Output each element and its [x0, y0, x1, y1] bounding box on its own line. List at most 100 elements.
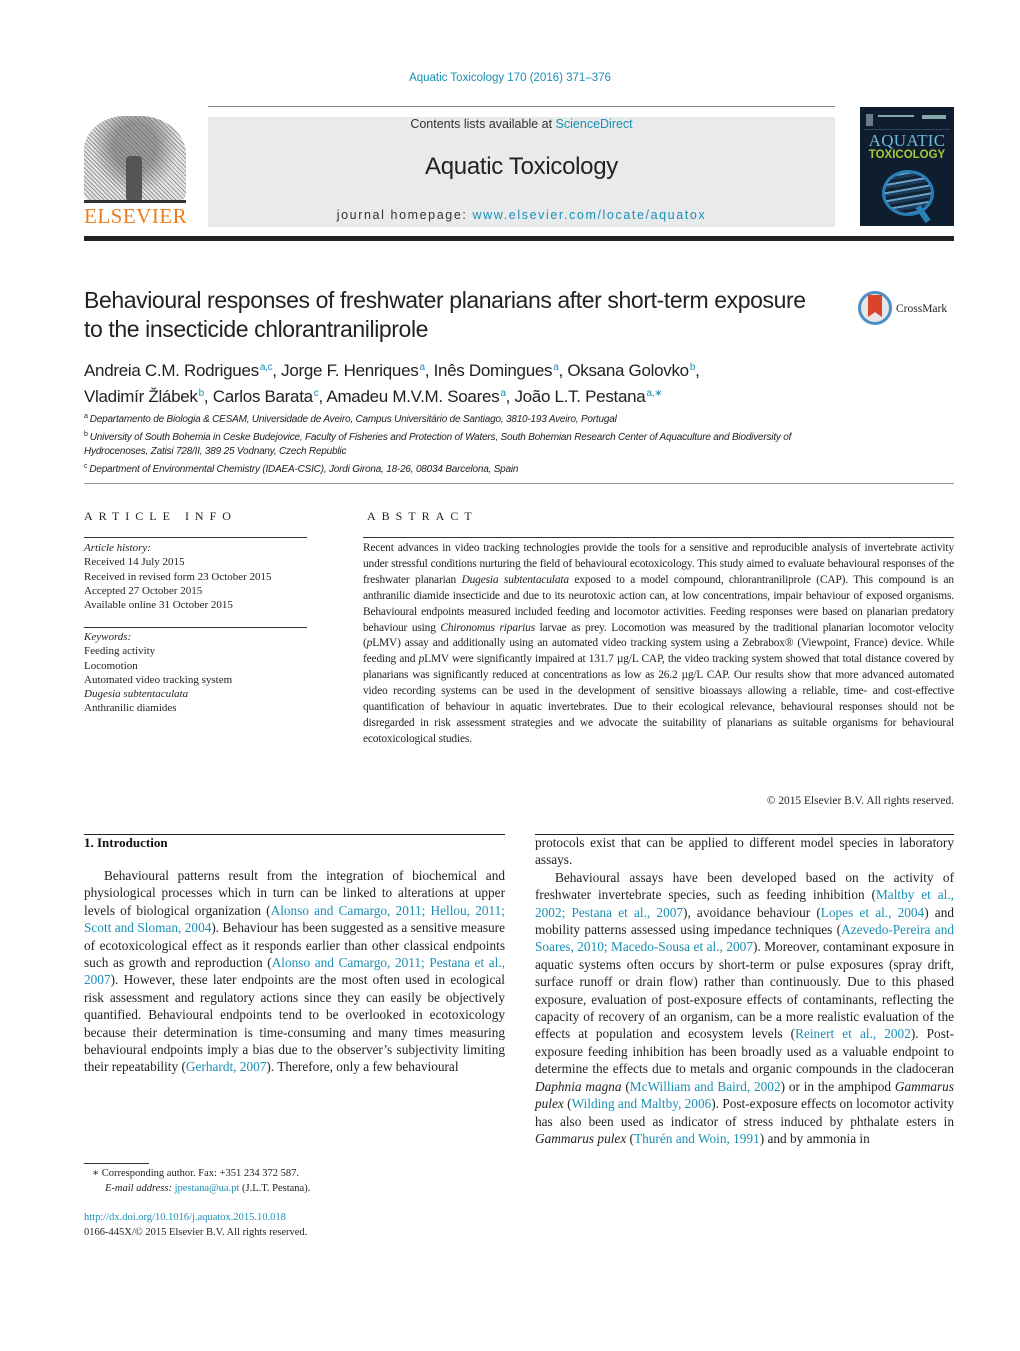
affiliation-key: b	[84, 430, 88, 438]
affiliation-key: a	[84, 413, 88, 420]
author-name[interactable]: Vladimír Žlábek	[84, 387, 198, 406]
journal-homepage-link[interactable]: www.elsevier.com/locate/aquatox	[473, 208, 707, 222]
abstract-copyright: © 2015 Elsevier B.V. All rights reserved…	[766, 795, 954, 807]
keyword-item: Automated video tracking system	[84, 673, 233, 686]
keyword-item: Anthranilic diamides	[84, 702, 177, 715]
email-line: E-mail address: jpestana@ua.pt (J.L.T. P…	[92, 1182, 492, 1197]
journal-reference[interactable]: Aquatic Toxicology 170 (2016) 371–376	[0, 72, 1020, 84]
elsevier-wordmark: ELSEVIER	[84, 204, 188, 228]
text-run: (	[621, 1078, 630, 1094]
author-separator: ,	[203, 387, 213, 406]
history-item: Received 14 July 2015	[84, 556, 185, 569]
introduction-left-column: Behavioural patterns result from the int…	[84, 867, 505, 1076]
citation-link[interactable]: Reinert et al., 2002	[795, 1026, 911, 1041]
email-suffix: (J.L.T. Pestana).	[239, 1182, 311, 1194]
citation-link[interactable]: Wilding and Maltby, 2006	[572, 1096, 712, 1111]
doi-link[interactable]: http://dx.doi.org/10.1016/j.aquatox.2015…	[84, 1212, 286, 1223]
affiliation-marker[interactable]: a,c	[260, 362, 273, 373]
journal-cover[interactable]: AQUATIC TOXICOLOGY	[860, 107, 954, 226]
article-history-label: Article history:	[84, 542, 151, 554]
abstract-rule	[363, 537, 954, 538]
keyword-list: Feeding activity Locomotion Automated vide…	[84, 644, 314, 715]
introduction-heading: 1. Introduction	[84, 835, 168, 850]
citation-link[interactable]: McWilliam and Baird, 2002	[630, 1079, 781, 1094]
author-name[interactable]: Oksana Golovko	[567, 361, 689, 380]
keywords-label: Keywords:	[84, 631, 132, 643]
introduction-paragraph: protocols exist that can be applied to d…	[535, 834, 954, 869]
abstract-text: Recent advances in video tracking techno…	[363, 541, 954, 748]
article-history: Article history: Received 14 July 2015 Re…	[84, 541, 314, 612]
header-rule	[208, 106, 835, 107]
cover-issue-info	[878, 115, 914, 117]
tree-ground	[84, 200, 186, 203]
cover-title-aquatic: AQUATIC	[868, 131, 946, 150]
affiliation-key: c	[84, 462, 88, 470]
magnifier-lens-icon	[882, 170, 934, 216]
section-rule	[84, 483, 954, 484]
keyword-item: Locomotion	[84, 659, 138, 672]
crossmark-button[interactable]: CrossMark	[858, 291, 958, 331]
author-name[interactable]: Jorge F. Henriques	[281, 361, 419, 380]
text-run: ) or in the amphipod	[780, 1078, 895, 1094]
cover-publisher-icon	[866, 114, 873, 126]
affiliation-marker[interactable]: a,∗	[646, 388, 662, 399]
author-list: Andreia C.M. Rodriguesa,c, Jorge F. Henr…	[84, 356, 844, 408]
author-separator: ,	[272, 361, 282, 380]
citation-link[interactable]: Thurén and Woin, 1991	[634, 1131, 760, 1146]
abstract-heading: ABSTRACT	[367, 509, 478, 523]
issn-copyright: 0166-445X/© 2015 Elsevier B.V. All right…	[84, 1226, 308, 1238]
author-name[interactable]: João L.T. Pestana	[514, 387, 645, 406]
sciencedirect-link[interactable]: ScienceDirect	[556, 117, 633, 131]
email-link[interactable]: jpestana@ua.pt	[175, 1183, 240, 1194]
doi-block: http://dx.doi.org/10.1016/j.aquatox.2015…	[84, 1211, 484, 1240]
author-name[interactable]: Andreia C.M. Rodrigues	[84, 361, 259, 380]
text-run: ) and by ammonia in	[759, 1130, 870, 1146]
contents-line: Contents lists available at ScienceDirec…	[208, 117, 835, 131]
footnote-rule	[84, 1163, 149, 1164]
affiliation: b University of South Bohemia in Ceske Bu…	[84, 428, 844, 460]
article-title: Behavioural responses of freshwater plan…	[84, 287, 806, 342]
italic-text: Daphnia magna	[535, 1078, 622, 1094]
affiliation-text: Departamento de Biologia & CESAM, Univer…	[89, 414, 617, 425]
header-thick-rule	[84, 236, 954, 241]
text-run: LMV were sig­nificantly impaired at 131.…	[363, 653, 954, 745]
author-name[interactable]: Carlos Barata	[213, 387, 313, 406]
italic-text: Gammarus pulex	[535, 1130, 627, 1146]
text-run: protocols exist that can be applied to d…	[535, 835, 954, 868]
text-run: ), avoidance behaviour (	[683, 904, 821, 920]
author-name[interactable]: Amadeu M.V.M. Soares	[326, 387, 499, 406]
citation-link[interactable]: Lopes et al., 2004	[821, 905, 924, 920]
corresponding-author-footnote: ∗ Corresponding author. Fax: +351 234 37…	[92, 1167, 492, 1196]
affiliation-list: a Departamento de Biologia & CESAM, Unive…	[84, 410, 844, 477]
homepage-line: journal homepage: www.elsevier.com/locat…	[208, 208, 835, 222]
introduction-paragraph: Behavioural assays have been developed b…	[535, 869, 954, 1148]
author-name[interactable]: Inês Domingues	[434, 361, 553, 380]
elsevier-logo[interactable]: ELSEVIER	[84, 116, 188, 228]
cover-header	[864, 111, 950, 130]
journal-masthead: Contents lists available at ScienceDirec…	[208, 117, 835, 227]
citation-link[interactable]: Gerhardt, 2007	[186, 1059, 267, 1074]
contents-prefix: Contents lists available at	[410, 117, 556, 131]
author-separator: ,	[695, 361, 700, 380]
journal-reference-link[interactable]: Aquatic Toxicology 170 (2016) 371–376	[409, 72, 611, 84]
affiliation: a Departamento de Biologia & CESAM, Unive…	[84, 410, 844, 428]
affiliation-text: University of South Bohemia in Ceske Bud…	[84, 431, 792, 458]
author-separator: ,	[424, 361, 434, 380]
history-item: Available online 31 October 2015	[84, 599, 233, 612]
journal-title: Aquatic Toxicology	[425, 153, 618, 180]
cover-volume-info	[922, 115, 946, 119]
keywords: Keywords: Feeding activity Locomotion Auto…	[84, 630, 314, 716]
text-run: (	[626, 1130, 634, 1146]
article-info-heading: ARTICLE INFO	[84, 509, 237, 523]
history-item: Accepted 27 October 2015	[84, 584, 203, 597]
history-item: Received in revised form 23 October 2015	[84, 570, 272, 583]
keyword-item: Feeding activity	[84, 645, 156, 658]
author-separator: ,	[558, 361, 568, 380]
article-info-rule	[84, 537, 307, 538]
email-label: E-mail address:	[105, 1182, 175, 1194]
tree-trunk	[126, 156, 142, 202]
italic-text: Chironomus riparius	[440, 621, 535, 634]
italic-text: Dugesia subtentacu­lata	[461, 573, 570, 586]
homepage-prefix: journal homepage:	[336, 208, 473, 222]
corresponding-author-text: ∗ Corresponding author. Fax: +351 234 37…	[92, 1168, 300, 1179]
